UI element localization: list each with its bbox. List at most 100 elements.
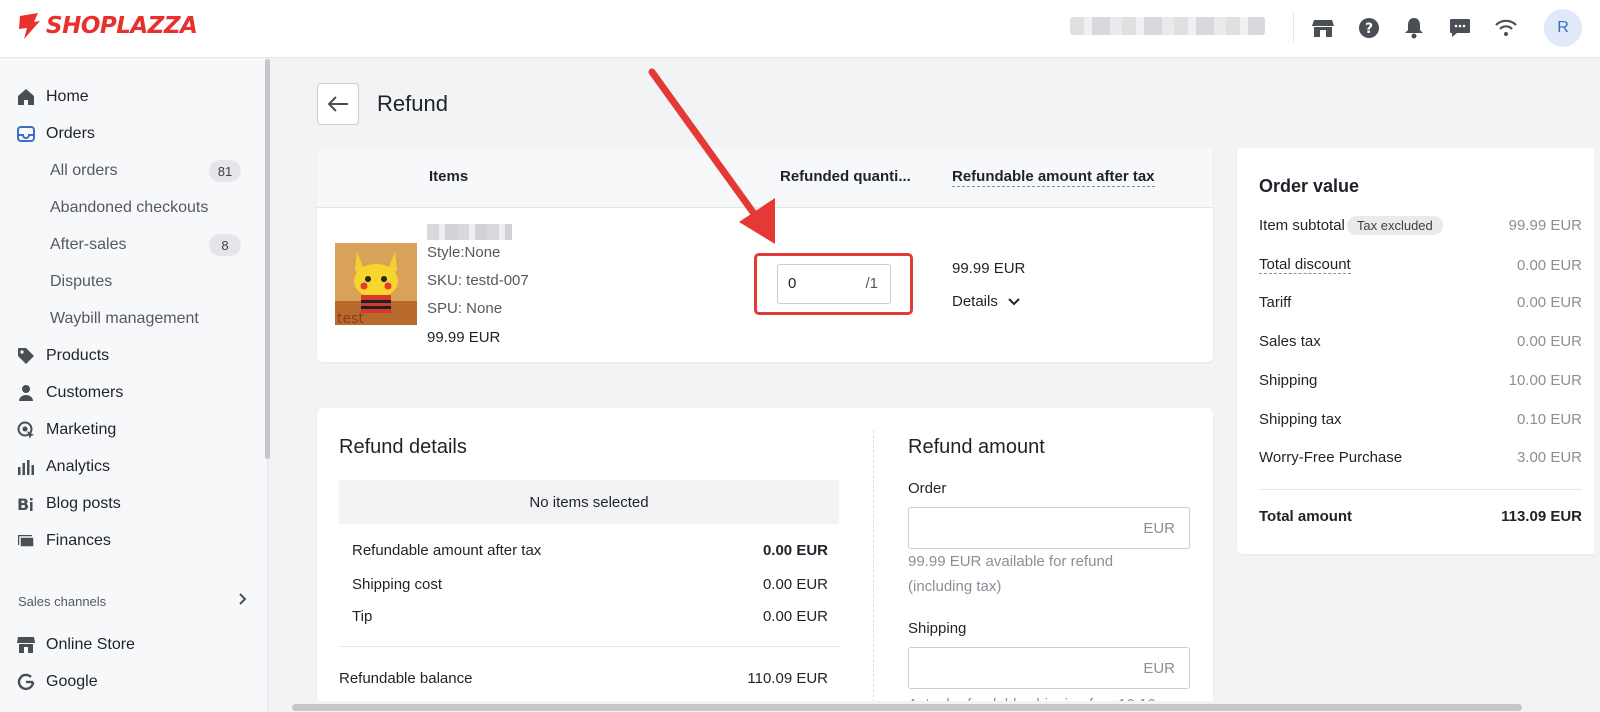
refund-quantity-input[interactable] bbox=[788, 275, 848, 292]
sidebar-item-finances[interactable]: Finances bbox=[16, 526, 111, 556]
row-value: 3.00 EUR bbox=[1516, 449, 1582, 466]
currency-suffix: EUR bbox=[1143, 660, 1175, 677]
sidebar-scrollbar[interactable] bbox=[265, 59, 270, 459]
refund-detail-row: Tip 0.00 EUR bbox=[352, 608, 828, 625]
column-header-refundable-amount[interactable]: Refundable amount after tax bbox=[952, 168, 1155, 187]
order-value-title: Order value bbox=[1259, 176, 1360, 196]
order-value-card: Order value Item subtotal Tax excluded 99… bbox=[1237, 148, 1600, 554]
vertical-scrollbar[interactable] bbox=[1594, 59, 1600, 712]
row-value: 0.00 EUR bbox=[1516, 294, 1582, 311]
blog-icon: B bbox=[16, 494, 36, 514]
divider bbox=[339, 646, 839, 647]
shoplazza-logo[interactable]: SHOPLAZZA bbox=[16, 12, 198, 40]
wifi-icon[interactable] bbox=[1494, 16, 1518, 40]
row-label: Worry-Free Purchase bbox=[1259, 449, 1403, 466]
sidebar-item-products[interactable]: Products bbox=[16, 341, 109, 371]
sidebar-subitem-abandoned-checkouts[interactable]: Abandoned checkouts bbox=[50, 193, 245, 223]
horizontal-scrollbar[interactable] bbox=[268, 701, 1600, 712]
sidebar-subitem-label: After-sales bbox=[50, 236, 127, 253]
sidebar-item-analytics[interactable]: Analytics bbox=[16, 452, 110, 482]
row-value: 99.99 EUR bbox=[1508, 217, 1582, 234]
tag-icon bbox=[16, 346, 36, 366]
order-value-row: Shipping tax 0.10 EUR bbox=[1259, 411, 1582, 428]
sidebar-item-label: Marketing bbox=[46, 421, 117, 438]
order-value-row: Shipping 10.00 EUR bbox=[1259, 372, 1582, 389]
store-icon bbox=[16, 635, 36, 655]
sidebar-subitem-all-orders[interactable]: All orders 81 bbox=[50, 156, 245, 186]
product-thumbnail[interactable]: test bbox=[335, 243, 417, 325]
details-toggle[interactable]: Details bbox=[952, 293, 1020, 310]
sidebar-item-label: Blog posts bbox=[46, 495, 121, 512]
svg-text:B: B bbox=[17, 495, 29, 513]
order-value-row: Tariff 0.00 EUR bbox=[1259, 294, 1582, 311]
divider bbox=[1259, 489, 1582, 490]
order-value-row: Worry-Free Purchase 3.00 EUR bbox=[1259, 449, 1582, 466]
sidebar-item-blog-posts[interactable]: B Blog posts bbox=[16, 489, 121, 519]
svg-text:?: ? bbox=[1365, 21, 1373, 37]
store-name-blurred[interactable] bbox=[1070, 17, 1265, 35]
shipping-refund-field[interactable]: EUR bbox=[908, 647, 1190, 689]
scrollbar-thumb[interactable] bbox=[292, 704, 1522, 711]
user-avatar[interactable]: R bbox=[1544, 9, 1582, 47]
product-name-blurred bbox=[427, 224, 512, 240]
page-title: Refund bbox=[377, 91, 448, 116]
chevron-right-icon bbox=[238, 592, 248, 609]
sidebar-item-label: Analytics bbox=[46, 458, 111, 475]
sidebar: Home Orders All orders 81 Abandoned chec… bbox=[0, 59, 270, 712]
row-label: Item subtotal bbox=[1259, 217, 1345, 234]
sidebar-item-orders[interactable]: Orders bbox=[16, 119, 95, 149]
refund-amount-title: Refund amount bbox=[908, 436, 1045, 458]
message-icon[interactable] bbox=[1448, 16, 1472, 40]
sidebar-item-online-store[interactable]: Online Store bbox=[16, 630, 135, 660]
refund-quantity-field[interactable]: /1 bbox=[777, 264, 891, 304]
orders-icon bbox=[16, 124, 36, 144]
row-value: 0.00 EUR bbox=[762, 542, 828, 559]
sales-channels-label: Sales channels bbox=[18, 594, 107, 609]
shipping-refund-label: Shipping bbox=[908, 620, 967, 637]
total-amount-row: Total amount 113.09 EUR bbox=[1259, 508, 1582, 525]
sidebar-item-label: Home bbox=[46, 88, 89, 105]
row-label[interactable]: Total discount bbox=[1259, 256, 1351, 274]
store-icon[interactable] bbox=[1311, 16, 1335, 40]
row-value: 0.00 EUR bbox=[762, 576, 828, 593]
items-table-header: Items Refunded quanti... Refundable amou… bbox=[317, 148, 1213, 208]
sidebar-subitem-after-sales[interactable]: After-sales 8 bbox=[50, 230, 245, 260]
arrow-left-icon bbox=[327, 96, 348, 112]
help-icon[interactable]: ? bbox=[1357, 16, 1381, 40]
refundable-balance-row: Refundable balance 110.09 EUR bbox=[339, 670, 828, 687]
back-button[interactable] bbox=[317, 83, 359, 125]
product-sku: SKU: testd-007 bbox=[427, 272, 529, 289]
row-label: Refundable amount after tax bbox=[352, 542, 542, 559]
row-value: 0.10 EUR bbox=[1516, 411, 1582, 428]
home-icon bbox=[16, 87, 36, 107]
product-price: 99.99 EUR bbox=[427, 329, 501, 346]
shipping-refund-input[interactable] bbox=[919, 658, 1139, 675]
chevron-down-icon bbox=[1008, 297, 1020, 305]
order-refund-help: 99.99 EUR available for refund (includin… bbox=[908, 553, 1114, 595]
order-refund-input[interactable] bbox=[919, 518, 1139, 535]
refund-items-card: Items Refunded quanti... Refundable amou… bbox=[317, 148, 1213, 362]
refund-summary-card: Refund details No items selected Refunda… bbox=[317, 408, 1213, 712]
column-header-refunded-quantity: Refunded quanti... bbox=[780, 168, 911, 185]
product-spu: SPU: None bbox=[427, 300, 503, 317]
refund-details-title: Refund details bbox=[339, 436, 467, 458]
sidebar-subitem-label: Abandoned checkouts bbox=[50, 199, 209, 216]
sidebar-subitem-waybill-management[interactable]: Waybill management bbox=[50, 304, 245, 334]
no-items-message: No items selected bbox=[339, 480, 839, 524]
person-icon bbox=[16, 383, 36, 403]
row-value: 10.00 EUR bbox=[1508, 372, 1582, 389]
column-header-items: Items bbox=[429, 168, 469, 185]
refund-detail-row: Shipping cost 0.00 EUR bbox=[352, 576, 828, 593]
row-label: Shipping bbox=[1259, 372, 1318, 389]
bell-icon[interactable] bbox=[1402, 16, 1426, 40]
balance-value: 110.09 EUR bbox=[747, 670, 828, 687]
sidebar-item-google[interactable]: Google bbox=[16, 667, 98, 697]
order-refund-field[interactable]: EUR bbox=[908, 507, 1190, 549]
sidebar-item-home[interactable]: Home bbox=[16, 82, 89, 112]
sales-channels-header[interactable]: Sales channels bbox=[18, 592, 248, 609]
sidebar-item-marketing[interactable]: Marketing bbox=[16, 415, 116, 445]
sidebar-item-customers[interactable]: Customers bbox=[16, 378, 123, 408]
sidebar-subitem-disputes[interactable]: Disputes bbox=[50, 267, 245, 297]
product-style: Style:None bbox=[427, 244, 501, 261]
sidebar-subitem-label: Waybill management bbox=[50, 310, 199, 327]
